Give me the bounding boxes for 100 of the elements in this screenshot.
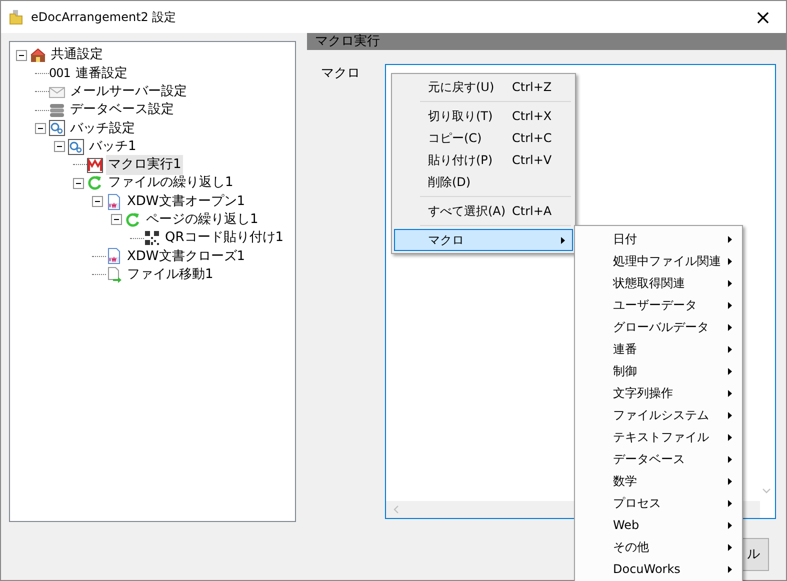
submenu-arrow-icon	[728, 544, 732, 551]
tree-item[interactable]: バッチ設定	[68, 118, 137, 138]
menu-item[interactable]: すべて選択(A) Ctrl+A	[394, 200, 573, 222]
collapse-toggle[interactable]	[111, 214, 122, 226]
menu-label: 切り取り(T)	[428, 108, 494, 125]
collapse-toggle[interactable]	[73, 178, 84, 189]
menu-item[interactable]: Web	[577, 514, 740, 536]
submenu-arrow-icon	[728, 236, 732, 243]
menu-label: 削除(D)	[428, 174, 472, 191]
window-title: eDocArrangement2 設定	[31, 9, 176, 26]
menu-label: データベース	[613, 451, 685, 468]
collapse-toggle[interactable]	[16, 50, 27, 61]
qr-code-icon	[144, 230, 160, 246]
menu-label: プロセス	[613, 495, 661, 512]
close-button[interactable]: ×	[740, 1, 786, 33]
number-prefix: 001	[49, 65, 70, 82]
shortcut-text: Ctrl+Z	[512, 79, 552, 96]
collapse-toggle[interactable]	[54, 141, 65, 152]
menu-label: 文字列操作	[613, 385, 673, 402]
menu-item[interactable]: 削除(D)	[394, 171, 573, 193]
loop-icon	[87, 175, 103, 192]
menu-item[interactable]: 切り取り(T) Ctrl+X	[394, 105, 573, 127]
menu-item[interactable]: グローバルデータ	[577, 316, 740, 338]
tree-item[interactable]: ページの繰り返し1	[144, 210, 260, 230]
shortcut-text: Ctrl+C	[512, 130, 552, 147]
menu-item[interactable]: ファイルシステム	[577, 404, 740, 426]
submenu-arrow-icon	[728, 434, 732, 441]
menu-label: マクロ	[428, 232, 465, 249]
tree-item[interactable]: データベース設定	[68, 100, 176, 120]
tree-item[interactable]: XDW文書クローズ1	[125, 246, 248, 266]
submenu-arrow-icon	[728, 368, 732, 375]
menu-label: Web	[613, 517, 640, 534]
menu-item[interactable]: データベース	[577, 448, 740, 470]
menu-label: DocuWorks	[613, 561, 680, 578]
menu-item[interactable]: 元に戻す(U) Ctrl+Z	[394, 76, 573, 98]
menu-label: 処理中ファイル関連	[613, 253, 721, 270]
field-label: マクロ	[320, 65, 361, 83]
menu-label: 貼り付け(P)	[428, 152, 494, 169]
menu-label: 状態取得関連	[613, 275, 685, 292]
menu-item[interactable]: 数学	[577, 470, 740, 492]
submenu-arrow-icon	[728, 390, 732, 397]
menu-item[interactable]: 状態取得関連	[577, 272, 740, 294]
submenu-arrow-icon	[728, 412, 732, 419]
tree-item[interactable]: バッチ1	[87, 136, 138, 156]
menu-label: ユーザーデータ	[613, 297, 697, 314]
house-icon	[30, 47, 46, 64]
shortcut-text: Ctrl+V	[512, 152, 552, 169]
submenu-arrow-icon	[728, 456, 732, 463]
menu-item[interactable]: テキストファイル	[577, 426, 740, 448]
tree-item[interactable]: XDW文書オープン1	[125, 192, 248, 212]
collapse-toggle[interactable]	[92, 196, 103, 208]
database-icon	[49, 102, 65, 118]
menu-item[interactable]: 日付	[577, 228, 740, 250]
folder-icon	[9, 10, 23, 24]
menu-item[interactable]: 貼り付け(P) Ctrl+V	[394, 149, 573, 171]
tree-item[interactable]: メールサーバー設定	[68, 82, 189, 102]
tree-item[interactable]: 連番設定	[73, 64, 130, 84]
document-icon	[106, 194, 122, 210]
menu-item[interactable]: コピー(C) Ctrl+C	[394, 127, 573, 149]
menu-item[interactable]: 文字列操作	[577, 382, 740, 404]
tree-item[interactable]: ファイル移動1	[125, 264, 216, 284]
tree-item[interactable]: ファイルの繰り返し1	[106, 173, 236, 193]
menu-label: 制御	[613, 363, 637, 380]
shortcut-text: Ctrl+X	[512, 108, 552, 125]
submenu-arrow-icon	[728, 478, 732, 485]
file-move-icon	[106, 266, 122, 283]
collapse-toggle[interactable]	[35, 122, 46, 134]
menu-item[interactable]: マクロ	[394, 229, 573, 251]
menu-label: テキストファイル	[613, 429, 709, 446]
submenu-arrow-icon	[728, 566, 732, 573]
menu-item[interactable]: その他	[577, 536, 740, 558]
submenu-arrow-icon	[561, 237, 565, 244]
submenu-arrow-icon	[728, 280, 732, 287]
submenu-arrow-icon	[728, 500, 732, 507]
menu-item[interactable]: 連番	[577, 338, 740, 360]
submenu-arrow-icon	[728, 258, 732, 265]
document-icon	[106, 248, 122, 264]
loop-icon	[125, 212, 141, 228]
macro-icon	[87, 156, 103, 173]
menu-item[interactable]: プロセス	[577, 492, 740, 514]
menu-item[interactable]: 処理中ファイル関連	[577, 250, 740, 272]
tree-item[interactable]: マクロ実行1	[106, 155, 184, 175]
menu-label: 日付	[613, 231, 637, 248]
menu-label: ファイルシステム	[613, 407, 709, 424]
menu-label: その他	[613, 539, 649, 556]
submenu-arrow-icon	[728, 522, 732, 529]
submenu-arrow-icon	[728, 346, 732, 353]
menu-item[interactable]: DocuWorks	[577, 558, 740, 580]
menu-label: 元に戻す(U)	[428, 79, 496, 96]
panel-header: マクロ実行	[307, 33, 786, 50]
menu-label: 連番	[613, 341, 637, 358]
menu-label: グローバルデータ	[613, 319, 709, 336]
submenu-arrow-icon	[728, 324, 732, 331]
menu-item[interactable]: 制御	[577, 360, 740, 382]
menu-label: 数学	[613, 473, 637, 490]
submenu-arrow-icon	[728, 302, 732, 309]
menu-label: すべて選択(A)	[428, 203, 507, 220]
tree-item[interactable]: QRコード貼り付け1	[163, 228, 286, 248]
menu-item[interactable]: ユーザーデータ	[577, 294, 740, 316]
tree-item[interactable]: 共通設定	[49, 45, 105, 65]
